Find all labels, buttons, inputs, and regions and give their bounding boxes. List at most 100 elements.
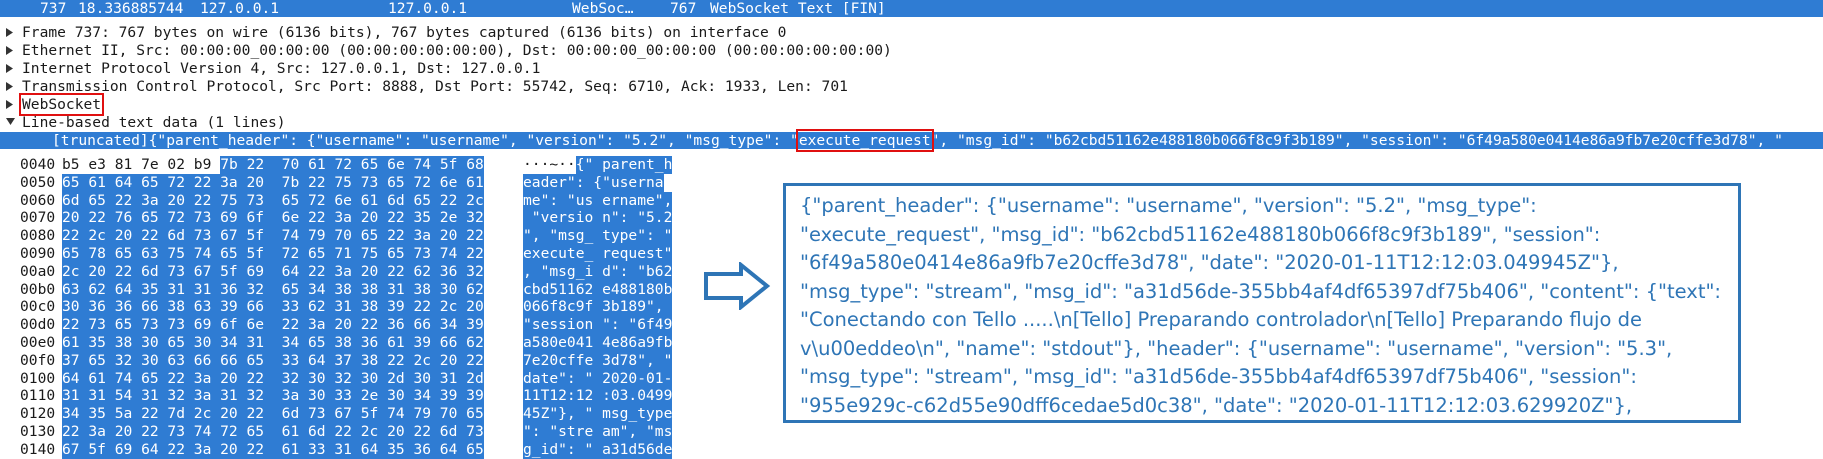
expand-triangle-icon[interactable]: [6, 96, 16, 113]
ascii-selected: 11T12:12 :03.0499: [523, 387, 673, 406]
tree-item-label: Internet Protocol Version 4, Src: 127.0.…: [22, 60, 541, 77]
packet-destination: 127.0.0.1: [388, 0, 468, 17]
tree-item-label: WebSocket: [18, 93, 105, 116]
hex-bytes-selected: 22 3a 20 22 73 74 72 65 61 6d 22 2c 20 2…: [62, 423, 484, 441]
tree-item-label: Ethernet II, Src: 00:00:00_00:00:00 (00:…: [22, 42, 892, 59]
hex-offset: 0120: [20, 405, 56, 423]
hex-bytes-selected: 2c 20 22 6d 73 67 5f 69 64 22 3a 20 22 6…: [62, 262, 484, 281]
hex-bytes-selected: 61 35 38 30 65 30 34 31 34 65 38 36 61 3…: [62, 334, 484, 352]
hex-offset: 00e0: [20, 334, 56, 351]
tree-item-label: Line-based text data (1 lines): [22, 114, 286, 131]
ascii-selected: date": " 2020-01-: [523, 369, 673, 388]
hex-bytes-selected: 64 61 74 65 22 3a 20 22 32 30 32 30 2d 3…: [62, 369, 484, 388]
hex-offset: 0070: [20, 209, 56, 227]
selected-text-prefix: [truncated]{"parent_header": {"username"…: [52, 132, 799, 149]
hex-offset: 0130: [20, 423, 56, 440]
hex-offset: 00d0: [20, 316, 56, 334]
hex-row[interactable]: 0100 64 61 74 65 22 3a 20 22 32 30 32 30 …: [0, 369, 680, 388]
hex-offset: 0040: [20, 156, 56, 173]
packet-list-selected-row[interactable]: 737 18.336885744 127.0.0.1 127.0.0.1 Web…: [0, 0, 1823, 17]
packet-info: WebSocket Text [FIN]: [710, 0, 886, 17]
hex-offset: 00b0: [20, 280, 56, 298]
hex-bytes-selected: 65 78 65 63 75 74 65 5f 72 65 71 75 65 7…: [62, 245, 484, 263]
tree-item-label: Frame 737: 767 bytes on wire (6136 bits)…: [22, 24, 787, 41]
ascii-selected: "versio n": "5.2: [523, 209, 673, 228]
hex-bytes-selected: 7b 22 70 61 72 65 6e 74 5f 68: [220, 156, 484, 174]
hex-row[interactable]: 0060 6d 65 22 3a 20 22 75 73 65 72 6e 61 …: [0, 191, 680, 210]
expand-triangle-icon[interactable]: [6, 60, 16, 77]
hex-row[interactable]: 0070 20 22 76 65 72 73 69 6f 6e 22 3a 20 …: [0, 209, 680, 228]
ascii-unselected: ···~··: [523, 156, 576, 173]
hex-row[interactable]: 0090 65 78 65 63 75 74 65 5f 72 65 71 75 …: [0, 245, 680, 263]
ascii-selected: execute_ request": [523, 245, 673, 263]
hex-bytes-selected: 31 31 54 31 32 3a 31 32 3a 30 33 2e 30 3…: [62, 387, 484, 406]
hex-bytes-selected: 6d 65 22 3a 20 22 75 73 65 72 6e 61 6d 6…: [62, 191, 484, 210]
tree-item-label: Transmission Control Protocol, Src Port:…: [22, 78, 848, 95]
right-arrow-icon: [704, 262, 771, 310]
ascii-selected: 066f8c9f 3b189",: [523, 298, 673, 317]
ascii-selected: ": "stre am", "ms: [523, 423, 673, 441]
packet-protocol: WebSoc…: [572, 0, 634, 17]
collapse-triangle-icon[interactable]: [6, 114, 16, 131]
hex-bytes-selected: 34 35 5a 22 7d 2c 20 22 6d 73 67 5f 74 7…: [62, 405, 484, 423]
hex-row[interactable]: 00f0 37 65 32 30 63 66 66 65 33 64 37 38 …: [0, 351, 680, 370]
ascii-selected: a580e041 4e86a9fb: [523, 334, 673, 352]
hex-row[interactable]: 00e0 61 35 38 30 65 30 34 31 34 65 38 36 …: [0, 334, 680, 352]
packet-number: 737: [40, 0, 67, 17]
hex-offset: 0050: [20, 173, 56, 191]
ascii-selected: 7e20cffe 3d78", ": [523, 351, 673, 370]
packet-time: 18.336885744: [78, 0, 184, 17]
hex-offset: 0090: [20, 245, 56, 262]
hex-row[interactable]: 0110 31 31 54 31 32 3a 31 32 3a 30 33 2e …: [0, 387, 680, 406]
hex-bytes-selected: 63 62 64 35 31 31 36 32 65 34 38 38 31 3…: [62, 280, 484, 299]
hex-offset: 00f0: [20, 351, 56, 369]
tree-item-ip[interactable]: Internet Protocol Version 4, Src: 127.0.…: [0, 60, 1823, 77]
tree-item-ethernet[interactable]: Ethernet II, Src: 00:00:00_00:00:00 (00:…: [0, 42, 1823, 59]
msg-type-highlight: execute_request: [795, 129, 934, 152]
tree-item-line-based-text[interactable]: Line-based text data (1 lines): [0, 114, 1823, 131]
packet-length: 767: [670, 0, 697, 17]
ascii-selected: "session ": "6f49: [523, 316, 673, 334]
expand-triangle-icon[interactable]: [6, 24, 16, 41]
hex-row[interactable]: 0130 22 3a 20 22 73 74 72 65 61 6d 22 2c …: [0, 423, 680, 441]
ascii-selected: me": "us ername",: [523, 191, 673, 210]
hex-bytes-selected: 65 61 64 65 72 22 3a 20 7b 22 75 73 65 7…: [62, 173, 484, 192]
hex-row[interactable]: 00b0 63 62 64 35 31 31 36 32 65 34 38 38 …: [0, 280, 680, 299]
hex-bytes-selected: 30 36 36 66 38 63 39 66 33 62 31 38 39 2…: [62, 298, 484, 317]
tree-item-websocket[interactable]: WebSocket: [0, 93, 1823, 116]
hex-row[interactable]: 00a0 2c 20 22 6d 73 67 5f 69 64 22 3a 20 …: [0, 262, 680, 281]
expand-triangle-icon[interactable]: [6, 42, 16, 59]
packet-source: 127.0.0.1: [200, 0, 280, 17]
ascii-selected: , "msg_i d": "b62: [523, 262, 673, 281]
hex-bytes-selected: 20 22 76 65 72 73 69 6f 6e 22 3a 20 22 3…: [62, 209, 484, 228]
ascii-selected: cbd51162 e488180b: [523, 280, 673, 299]
hex-offset: 0080: [20, 227, 56, 245]
ascii-selected: ", "msg_ type": ": [523, 227, 673, 245]
tree-item-text-line-selected[interactable]: [truncated]{"parent_header": {"username"…: [0, 129, 1823, 152]
ascii-selected: eader": {"userna: [523, 173, 664, 192]
hex-dump-pane[interactable]: 0040 b5 e3 81 7e 02 b9 7b 22 70 61 72 65 …: [0, 156, 680, 459]
tree-item-tcp[interactable]: Transmission Control Protocol, Src Port:…: [0, 78, 1823, 95]
hex-offset: 0100: [20, 369, 56, 387]
hex-bytes-selected: 22 73 65 73 73 69 6f 6e 22 3a 20 22 36 6…: [62, 316, 484, 334]
hex-row[interactable]: 0120 34 35 5a 22 7d 2c 20 22 6d 73 67 5f …: [0, 405, 680, 423]
ascii-selected: {" parent_h: [575, 156, 673, 174]
hex-offset: 0110: [20, 387, 56, 405]
decoded-json-annotation: {"parent_header": {"username": "username…: [783, 183, 1741, 423]
hex-row[interactable]: 00c0 30 36 36 66 38 63 39 66 33 62 31 38 …: [0, 298, 680, 317]
hex-row[interactable]: 0050 65 61 64 65 72 22 3a 20 7b 22 75 73 …: [0, 173, 680, 192]
tree-item-frame[interactable]: Frame 737: 767 bytes on wire (6136 bits)…: [0, 24, 1823, 41]
hex-offset: 0060: [20, 191, 56, 209]
hex-bytes-unselected: b5 e3 81 7e 02 b9: [62, 156, 221, 173]
hex-offset: 00c0: [20, 298, 56, 316]
hex-bytes-selected: 22 2c 20 22 6d 73 67 5f 74 79 70 65 22 3…: [62, 227, 484, 245]
hex-offset: 00a0: [20, 262, 56, 280]
expand-triangle-icon[interactable]: [6, 78, 16, 95]
hex-bytes-selected: 37 65 32 30 63 66 66 65 33 64 37 38 22 2…: [62, 351, 484, 370]
hex-row[interactable]: 0040 b5 e3 81 7e 02 b9 7b 22 70 61 72 65 …: [0, 156, 680, 174]
tree-item-label: [truncated]{"parent_header": {"username"…: [52, 129, 1783, 152]
hex-row[interactable]: 00d0 22 73 65 73 73 69 6f 6e 22 3a 20 22 …: [0, 316, 680, 334]
selected-text-suffix: ", "msg_id": "b62cbd51162e488180b066f8c9…: [930, 132, 1783, 149]
ascii-selected: 45Z"}, " msg_type: [523, 405, 673, 423]
hex-row[interactable]: 0080 22 2c 20 22 6d 73 67 5f 74 79 70 65 …: [0, 227, 680, 245]
